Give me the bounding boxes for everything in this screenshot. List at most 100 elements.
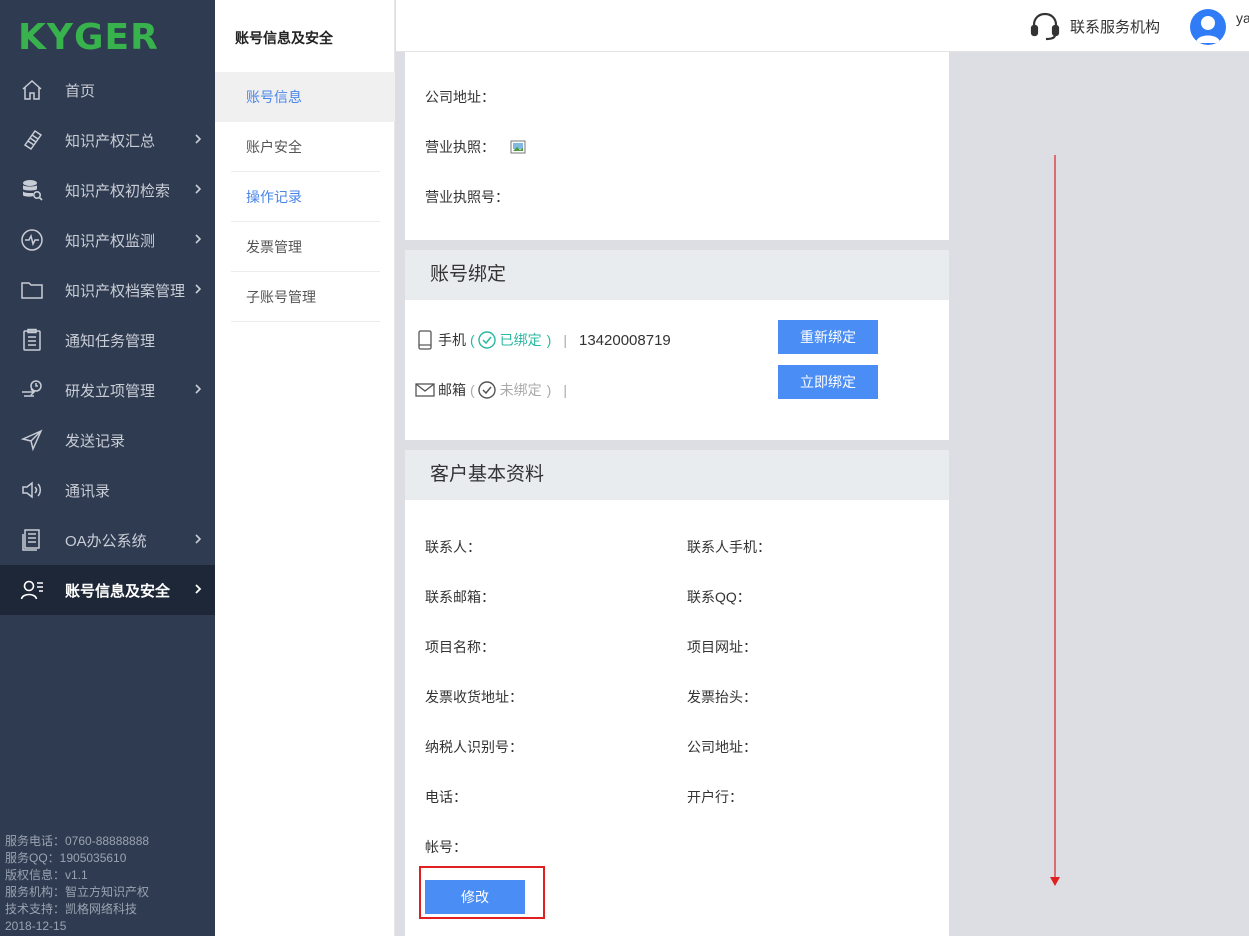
user-icon: [1196, 16, 1220, 43]
subnav-item-operation-log[interactable]: 操作记录: [215, 172, 395, 222]
notebook-icon: [18, 126, 46, 154]
subnav-title: 账号信息及安全: [235, 30, 333, 46]
contact-email-label: 联系邮箱：: [425, 589, 495, 605]
nav-item-oa[interactable]: OA办公系统: [0, 515, 215, 565]
mail-icon: [415, 383, 435, 397]
profile-title: 客户基本资料: [405, 450, 949, 500]
customer-profile-card: 客户基本资料 联系人： 联系邮箱： 项目名称： 发票收货地址： 纳税人识别号： …: [405, 450, 949, 936]
nav-label: OA办公系统: [65, 532, 147, 550]
nav-label: 首页: [65, 82, 96, 100]
footer-date: 2018-12-15: [5, 919, 67, 933]
contact-qq-label: 联系QQ：: [687, 589, 751, 605]
nav-item-rd-project[interactable]: 研发立项管理: [0, 365, 215, 415]
invoice-address-label: 发票收货地址：: [425, 689, 523, 705]
nav-item-ip-search[interactable]: 知识产权初检索: [0, 165, 215, 215]
chevron-right-icon: [195, 384, 202, 394]
document-icon: [18, 526, 46, 554]
project-url-label: 项目网址：: [687, 639, 757, 655]
nav-label: 研发立项管理: [65, 382, 156, 400]
nav-item-account-security[interactable]: 账号信息及安全: [0, 565, 215, 615]
user-list-icon: [18, 576, 46, 604]
account-no-label: 帐号：: [425, 839, 467, 855]
phone-status: 已绑定: [499, 332, 542, 348]
footer-qq: 服务QQ：1905035610: [5, 851, 127, 865]
send-icon: [18, 426, 46, 454]
chevron-right-icon: [195, 284, 202, 294]
nav-item-task[interactable]: 通知任务管理: [0, 315, 215, 365]
company-address-label: 公司地址：: [425, 89, 495, 105]
email-binding-row: 邮箱 ( 未绑定 ) |: [415, 380, 567, 400]
nav-label: 发送记录: [65, 432, 126, 450]
nav-label: 知识产权汇总: [65, 132, 156, 150]
paren-close: ): [546, 332, 552, 348]
main-nav: 首页 知识产权汇总 知识产权初检索 知识产权监测 知识产权档案管理 通知任务管理…: [0, 65, 215, 615]
chevron-right-icon: [195, 584, 202, 594]
separator: |: [563, 332, 567, 348]
chevron-right-icon: [195, 234, 202, 244]
email-status: 未绑定: [499, 382, 542, 398]
separator: |: [563, 382, 567, 398]
nav-item-ip-monitor[interactable]: 知识产权监测: [0, 215, 215, 265]
chevron-right-icon: [195, 184, 202, 194]
contact-service-link[interactable]: 联系服务机构: [1029, 10, 1160, 42]
subnav-item-account-security[interactable]: 账户安全: [215, 122, 395, 172]
database-search-icon: [18, 176, 46, 204]
subnav-item-sub-accounts[interactable]: 子账号管理: [215, 272, 395, 322]
check-circle-icon: [477, 331, 496, 349]
sub-nav: 账号信息及安全 账号信息 账户安全 操作记录 发票管理 子账号管理: [215, 0, 395, 936]
home-icon: [18, 76, 46, 104]
contact-person-label: 联系人：: [425, 539, 481, 555]
user-avatar[interactable]: [1190, 9, 1226, 45]
chevron-right-icon: [195, 134, 202, 144]
pulse-icon: [18, 226, 46, 254]
contact-mobile-label: 联系人手机：: [687, 539, 771, 555]
paren-open: (: [470, 382, 475, 398]
nav-label: 账号信息及安全: [65, 582, 171, 600]
chevron-right-icon: [195, 534, 202, 544]
footer-agency: 服务机构：智立方知识产权: [5, 885, 150, 899]
invoice-title-label: 发票抬头：: [687, 689, 757, 705]
nav-item-home[interactable]: 首页: [0, 65, 215, 115]
clipboard-icon: [18, 326, 46, 354]
phone-label: 手机: [438, 332, 466, 348]
sidebar-footer: 服务电话：0760-88888888 服务QQ：1905035610 版权信息：…: [5, 833, 149, 935]
check-circle-icon: [477, 381, 496, 399]
phone-number: 13420008719: [578, 331, 671, 349]
service-label: 联系服务机构: [1070, 18, 1161, 36]
clock-flow-icon: [18, 376, 46, 404]
nav-item-ip-archive[interactable]: 知识产权档案管理: [0, 265, 215, 315]
nav-label: 通知任务管理: [65, 332, 156, 350]
company-address-label: 公司地址：: [687, 739, 757, 755]
footer-version: 版权信息：v1.1: [5, 868, 88, 882]
kyger-logo[interactable]: KYGER: [18, 16, 198, 56]
subnav-item-account-info[interactable]: 账号信息: [215, 72, 395, 122]
nav-item-send-log[interactable]: 发送记录: [0, 415, 215, 465]
account-binding-card: 账号绑定 手机 ( 已绑定 ) | 13420008719 邮箱 ( 未绑定 )…: [405, 250, 949, 440]
email-label: 邮箱: [438, 382, 466, 398]
nav-item-ip-summary[interactable]: 知识产权汇总: [0, 115, 215, 165]
company-info-card: 公司地址： 营业执照： 营业执照号：: [405, 52, 949, 240]
nav-label: 知识产权初检索: [65, 182, 171, 200]
binding-title: 账号绑定: [405, 250, 949, 300]
nav-item-contacts[interactable]: 通讯录: [0, 465, 215, 515]
nav-label: 知识产权监测: [65, 232, 156, 250]
edit-button[interactable]: 修改: [425, 880, 525, 914]
phone-binding-row: 手机 ( 已绑定 ) | 13420008719: [416, 330, 671, 350]
nav-label: 知识产权档案管理: [65, 282, 186, 300]
footer-phone: 服务电话：0760-88888888: [5, 834, 150, 848]
image-icon[interactable]: [510, 139, 526, 155]
folder-icon: [18, 276, 46, 304]
main-sidebar: KYGER 首页 知识产权汇总 知识产权初检索 知识产权监测 知识产权档案管理 …: [0, 0, 215, 936]
phone-label: 电话：: [425, 789, 467, 805]
business-license-label: 营业执照：: [425, 139, 495, 155]
scroll-down-arrow-icon: [1050, 155, 1060, 886]
top-bar: 联系服务机构 ya: [396, 0, 1249, 52]
speaker-icon: [18, 476, 46, 504]
headset-icon: [1030, 12, 1060, 41]
rebind-button[interactable]: 重新绑定: [778, 320, 878, 354]
bind-now-button[interactable]: 立即绑定: [778, 365, 878, 399]
taxpayer-id-label: 纳税人识别号：: [425, 739, 523, 755]
business-license-no-label: 营业执照号：: [425, 189, 509, 205]
subnav-item-invoice[interactable]: 发票管理: [215, 222, 395, 272]
username[interactable]: ya: [1236, 10, 1249, 26]
